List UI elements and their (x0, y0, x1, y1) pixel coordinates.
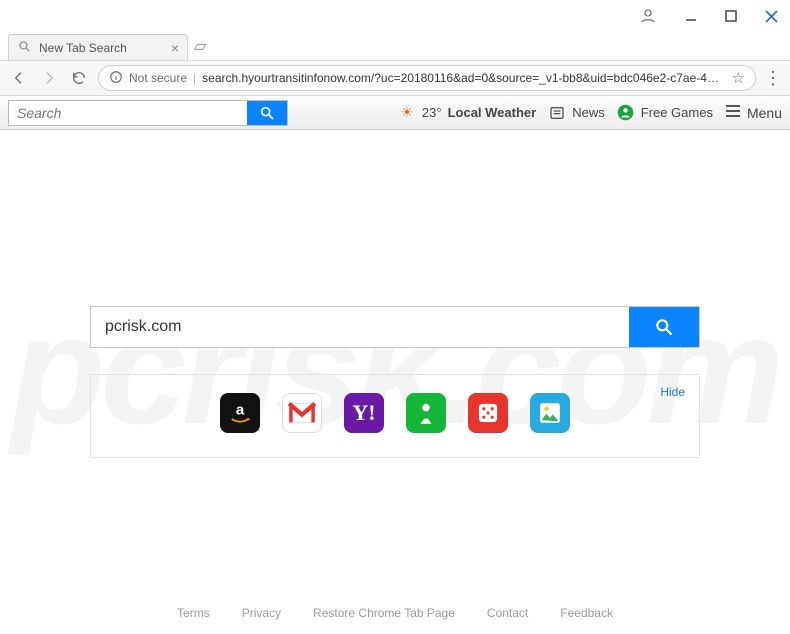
quicklinks-panel: Hide a Y! (90, 374, 700, 458)
tab-strip: New Tab Search × ▱ (0, 32, 790, 60)
quicklink-gmail[interactable] (282, 393, 322, 433)
footer-privacy[interactable]: Privacy (242, 606, 281, 620)
svg-text:a: a (236, 402, 245, 419)
toolbar-search-input[interactable] (9, 105, 247, 121)
footer-links: Terms Privacy Restore Chrome Tab Page Co… (0, 606, 790, 620)
toolbar-weather[interactable]: ☀ 23° Local Weather (398, 104, 536, 122)
main-search-input[interactable] (91, 307, 629, 347)
toolbar-menu-button[interactable]: Menu (725, 104, 782, 121)
security-info-icon[interactable] (109, 70, 123, 87)
minimize-icon[interactable] (685, 10, 697, 22)
news-icon (548, 104, 566, 122)
chrome-menu-icon[interactable]: ⋮ (764, 68, 782, 89)
sun-icon: ☀ (398, 104, 416, 122)
menu-label: Menu (747, 105, 782, 121)
security-label: Not secure (129, 71, 187, 85)
games-user-icon (617, 104, 635, 122)
hamburger-icon (725, 104, 741, 121)
tab-favicon (17, 39, 31, 56)
quicklink-amazon[interactable]: a (220, 393, 260, 433)
weather-temp: 23° (422, 105, 442, 120)
tab-title: New Tab Search (39, 41, 127, 55)
news-label: News (572, 105, 605, 120)
forward-icon[interactable] (38, 67, 60, 89)
hide-link[interactable]: Hide (660, 385, 685, 399)
toolbar-free-games[interactable]: Free Games (617, 104, 713, 122)
bookmark-icon[interactable]: ☆ (732, 69, 745, 87)
close-icon[interactable] (765, 10, 778, 23)
quicklink-yahoo[interactable]: Y! (344, 393, 384, 433)
back-icon[interactable] (8, 67, 30, 89)
tab-close-icon[interactable]: × (171, 41, 179, 55)
main-search (90, 306, 700, 348)
extension-toolbar: ☀ 23° Local Weather News Free Games Menu (0, 96, 790, 130)
address-bar[interactable]: Not secure | search.hyourtransitinfonow.… (98, 65, 756, 91)
url-text: search.hyourtransitinfonow.com/?uc=20180… (202, 71, 725, 85)
footer-restore[interactable]: Restore Chrome Tab Page (313, 606, 455, 620)
quicklink-photos[interactable] (530, 393, 570, 433)
profile-icon[interactable] (639, 7, 657, 25)
window-title-bar (0, 0, 790, 32)
quicklink-dice[interactable] (468, 393, 508, 433)
maximize-icon[interactable] (725, 10, 737, 22)
footer-contact[interactable]: Contact (487, 606, 528, 620)
weather-label: Local Weather (448, 105, 537, 120)
address-bar-row: Not secure | search.hyourtransitinfonow.… (0, 60, 790, 96)
free-games-label: Free Games (641, 105, 713, 120)
quicklink-games[interactable] (406, 393, 446, 433)
browser-tab[interactable]: New Tab Search × (8, 34, 188, 60)
toolbar-search[interactable] (8, 100, 288, 126)
footer-terms[interactable]: Terms (177, 606, 210, 620)
reload-icon[interactable] (68, 67, 90, 89)
toolbar-search-button[interactable] (247, 101, 287, 125)
toolbar-news[interactable]: News (548, 104, 605, 122)
main-search-button[interactable] (629, 307, 699, 347)
page-content: pcrisk.com Hide a Y! (0, 130, 790, 634)
footer-feedback[interactable]: Feedback (560, 606, 613, 620)
new-tab-icon[interactable]: ▱ (194, 36, 206, 60)
